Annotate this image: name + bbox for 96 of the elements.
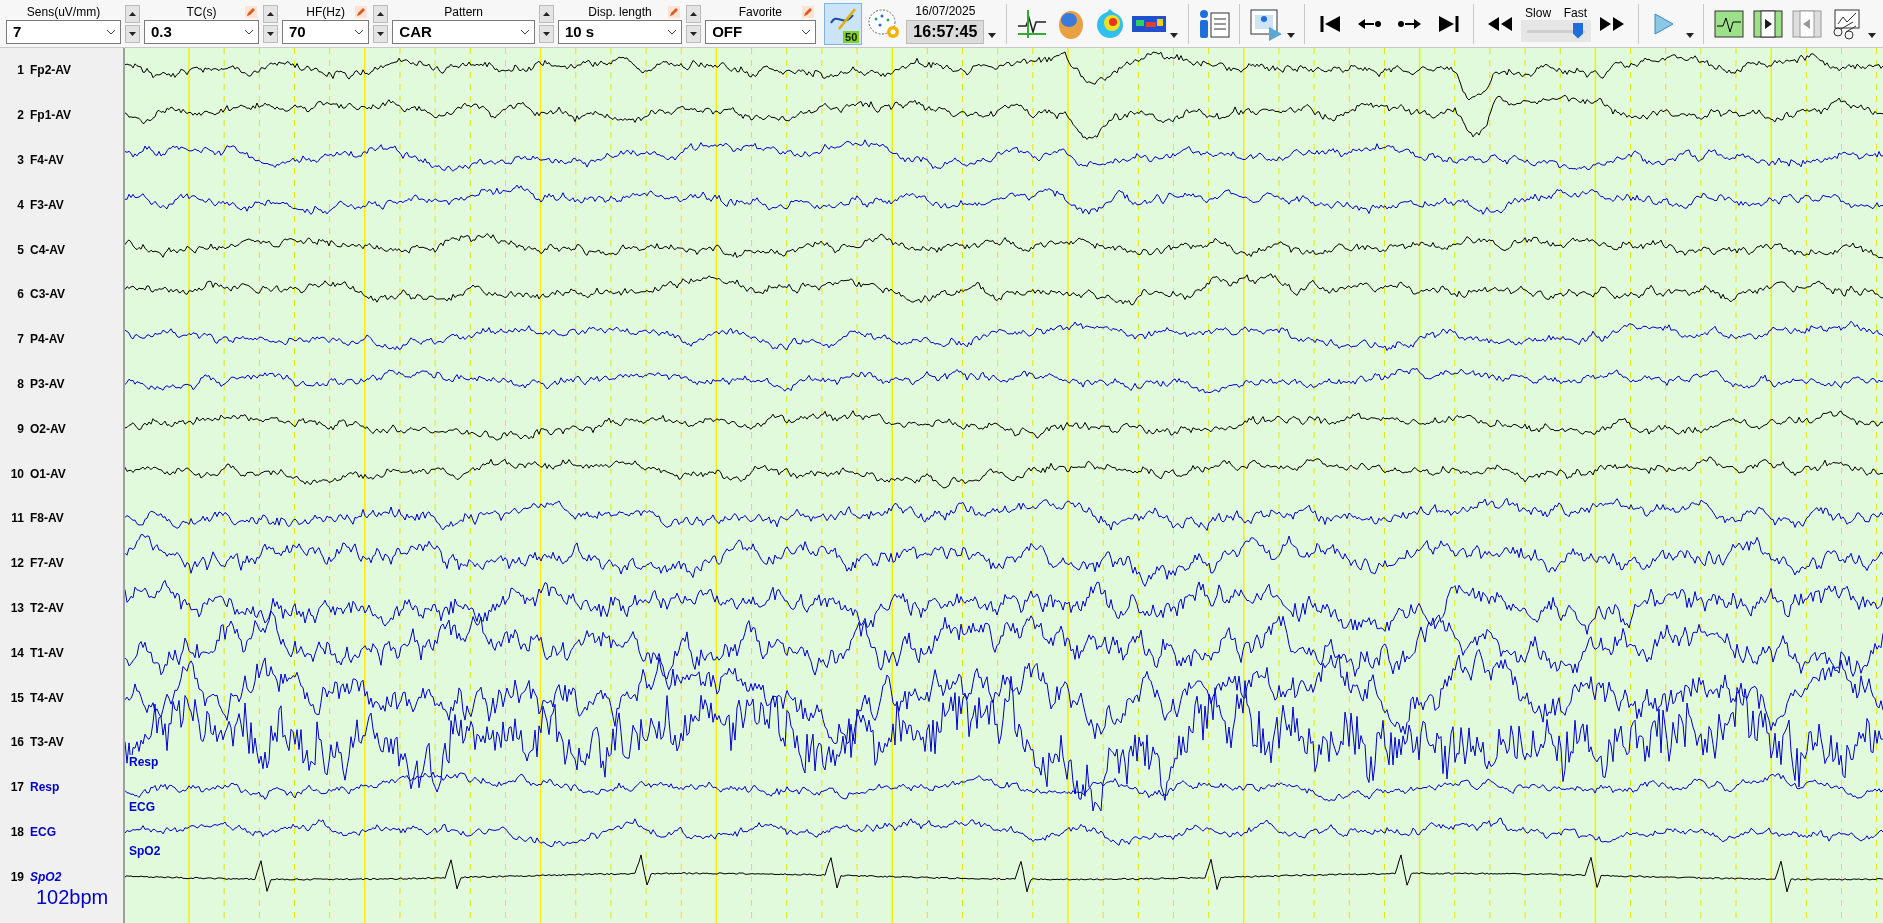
channel-name[interactable]: O2-AV bbox=[30, 421, 66, 436]
channel-number: 15 bbox=[9, 690, 24, 705]
triangle-down-icon bbox=[542, 31, 550, 36]
channel-number: 6 bbox=[16, 287, 24, 302]
channel-name[interactable]: C3-AV bbox=[30, 287, 66, 302]
channel-name[interactable]: C4-AV bbox=[30, 242, 66, 257]
channel-number: 18 bbox=[9, 824, 24, 839]
selector-label: Favorite bbox=[738, 4, 782, 19]
channel-name[interactable]: F3-AV bbox=[30, 197, 64, 212]
channel-name[interactable]: T3-AV bbox=[30, 735, 64, 750]
caret-icon bbox=[1287, 32, 1296, 38]
dropdown-select[interactable]: 0.3 bbox=[144, 19, 259, 44]
chevron-down-icon bbox=[800, 28, 811, 35]
dropdown-select[interactable]: CAR bbox=[392, 19, 535, 44]
dropdown-select[interactable]: 10 s bbox=[557, 19, 683, 44]
spin-down-button[interactable] bbox=[373, 24, 389, 43]
spin-down-button[interactable] bbox=[125, 24, 140, 43]
triangle-down-icon bbox=[266, 31, 274, 36]
dropdown-select[interactable]: 70 bbox=[281, 19, 370, 44]
chevron-down-icon bbox=[243, 28, 254, 35]
caret-icon bbox=[988, 32, 997, 38]
slider-thumb[interactable] bbox=[1573, 22, 1584, 39]
channel-name[interactable]: T1-AV bbox=[30, 645, 64, 660]
channel-number: 13 bbox=[9, 600, 24, 615]
chevron-down-icon bbox=[106, 28, 116, 35]
pencil-icon[interactable] bbox=[668, 5, 681, 18]
channel-name[interactable]: P3-AV bbox=[30, 376, 65, 391]
caret-icon bbox=[1170, 32, 1179, 38]
channel-number: 1 bbox=[16, 63, 24, 78]
trace-label: Resp bbox=[129, 754, 159, 769]
trace-label: SpO2 bbox=[129, 844, 161, 859]
channel-name[interactable]: ECG bbox=[30, 824, 56, 839]
selector-label: HF(Hz) bbox=[306, 4, 345, 19]
dropdown-select[interactable]: 7 bbox=[6, 19, 121, 44]
channel-name[interactable]: F4-AV bbox=[30, 153, 64, 167]
spin-up-button[interactable] bbox=[373, 4, 389, 23]
spin-down-button[interactable] bbox=[686, 24, 702, 43]
spin-up-button[interactable] bbox=[125, 4, 140, 23]
speed-slider[interactable] bbox=[1521, 19, 1591, 42]
channel-number: 7 bbox=[16, 332, 24, 347]
channel-number: 19 bbox=[9, 869, 24, 884]
channel-name[interactable]: T2-AV bbox=[30, 600, 64, 615]
channel-name[interactable]: F7-AV bbox=[30, 556, 64, 571]
time-display: 16:57:45 bbox=[906, 19, 985, 44]
chevron-down-icon bbox=[519, 28, 530, 35]
triangle-up-icon bbox=[266, 11, 274, 16]
triangle-down-icon bbox=[377, 31, 385, 36]
channel-number: 16 bbox=[9, 735, 24, 750]
spin-up-button[interactable] bbox=[262, 4, 278, 23]
channel-number: 2 bbox=[16, 108, 24, 123]
selector-label: Sens(uV/mm) bbox=[26, 4, 101, 19]
triangle-down-icon bbox=[129, 31, 136, 36]
dropdown-select[interactable]: OFF bbox=[705, 19, 816, 44]
triangle-up-icon bbox=[542, 11, 550, 16]
triangle-down-icon bbox=[690, 31, 698, 36]
channel-number: 8 bbox=[16, 376, 24, 391]
pencil-icon[interactable] bbox=[355, 5, 368, 18]
chevron-down-icon bbox=[354, 28, 365, 35]
channel-name[interactable]: Resp bbox=[30, 780, 60, 795]
spin-up-button[interactable] bbox=[538, 4, 554, 23]
triangle-up-icon bbox=[129, 11, 136, 16]
channel-number: 10 bbox=[9, 466, 24, 481]
triangle-up-icon bbox=[690, 11, 698, 16]
fast-label: Fast bbox=[1563, 5, 1587, 20]
spin-up-button[interactable] bbox=[686, 4, 702, 23]
pencil-icon[interactable] bbox=[801, 5, 814, 18]
chevron-down-icon bbox=[667, 28, 678, 35]
channel-name[interactable]: T4-AV bbox=[30, 690, 64, 705]
filter-toggle-button[interactable]: 50 bbox=[823, 2, 863, 45]
selector-label: Disp. length bbox=[588, 4, 652, 19]
channel-number: 11 bbox=[10, 511, 24, 526]
channel-name[interactable]: P4-AV bbox=[30, 332, 65, 347]
selector-label: TC(s) bbox=[186, 4, 217, 19]
channel-name[interactable]: SpO2 bbox=[30, 869, 62, 884]
date-text: 16/07/2025 bbox=[915, 3, 976, 18]
channel-name[interactable]: Fp2-AV bbox=[30, 63, 72, 78]
slow-label: Slow bbox=[1525, 5, 1552, 20]
heart-rate-reading: 102bpm bbox=[36, 886, 109, 910]
spin-down-button[interactable] bbox=[262, 24, 278, 43]
channel-name[interactable]: O1-AV bbox=[30, 466, 66, 481]
spin-down-button[interactable] bbox=[538, 24, 554, 43]
caret-icon bbox=[1867, 32, 1876, 38]
channel-name[interactable]: F8-AV bbox=[30, 511, 64, 526]
channel-number: 5 bbox=[16, 242, 24, 257]
caret-icon bbox=[1685, 32, 1694, 38]
pencil-icon[interactable] bbox=[244, 5, 257, 18]
triangle-up-icon bbox=[377, 11, 385, 16]
selector-label: Pattern bbox=[444, 4, 483, 19]
channel-number: 4 bbox=[16, 197, 24, 212]
channel-name[interactable]: Fp1-AV bbox=[30, 108, 72, 123]
trace-label: ECG bbox=[129, 799, 155, 814]
channel-number: 12 bbox=[9, 556, 24, 571]
channel-number: 3 bbox=[16, 153, 24, 167]
channel-number: 9 bbox=[16, 421, 24, 436]
channel-number: 14 bbox=[9, 645, 24, 660]
channel-number: 17 bbox=[9, 780, 24, 795]
